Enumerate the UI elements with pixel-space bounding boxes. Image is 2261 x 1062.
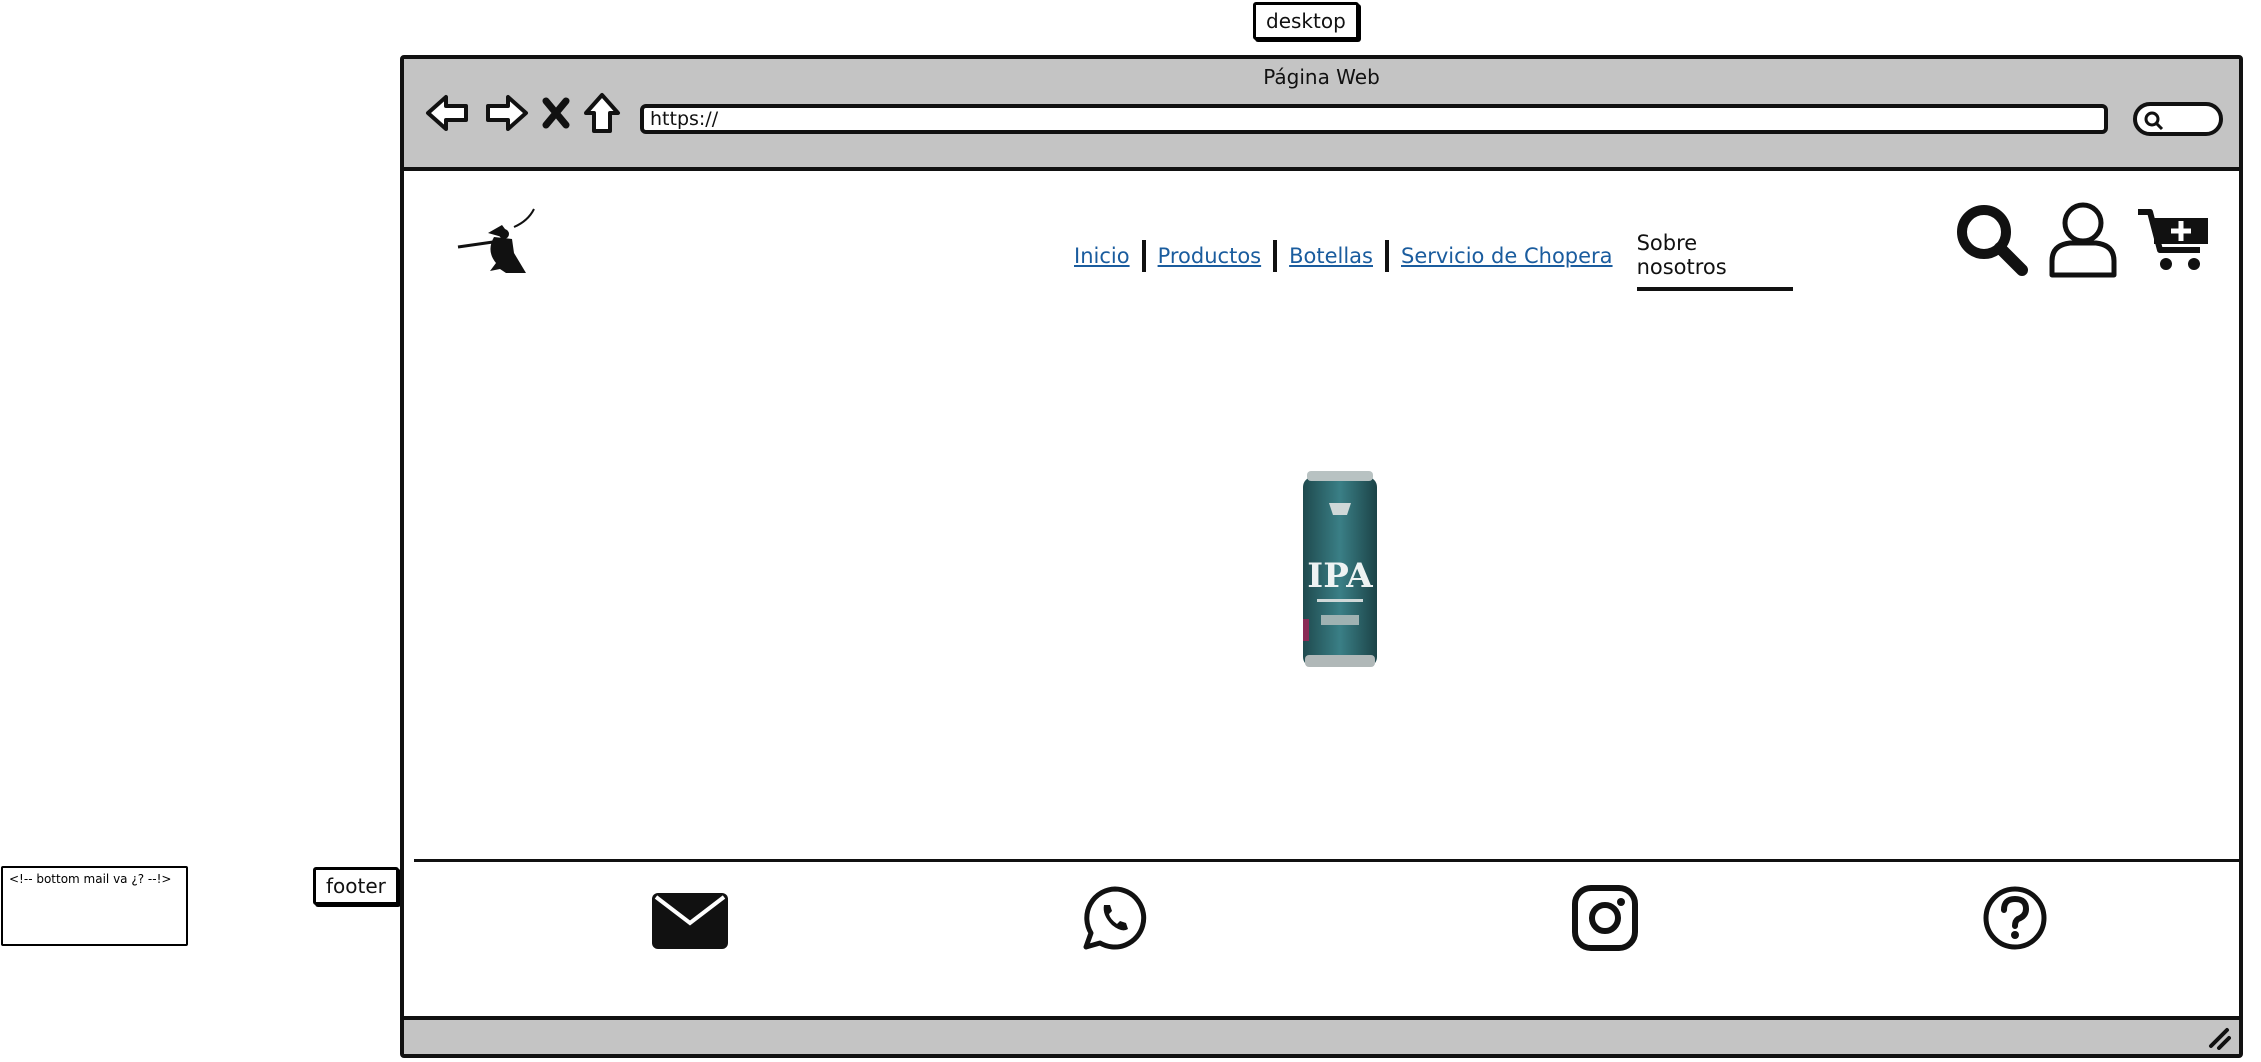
back-arrow-icon[interactable] [424, 89, 472, 139]
main-navigation: Inicio Productos Botellas Servicio de Ch… [1074, 221, 1793, 291]
nav-separator [1273, 240, 1278, 272]
instagram-icon[interactable] [1572, 885, 1648, 951]
close-icon[interactable] [540, 89, 572, 139]
mail-icon[interactable] [652, 885, 728, 951]
window-title: Página Web [1263, 65, 1380, 89]
annotation-note: <!-- bottom mail va ¿? --!> [1, 866, 188, 946]
nav-link-productos[interactable]: Productos [1158, 244, 1262, 268]
footer-contact-icons [404, 885, 2239, 955]
header-actions [1952, 199, 2212, 283]
cart-add-icon[interactable] [2136, 204, 2212, 278]
nav-link-inicio[interactable]: Inicio [1074, 244, 1130, 268]
browser-titlebar: Página Web https:// [404, 59, 2239, 171]
nav-link-sobre-nosotros[interactable]: Sobre nosotros [1636, 221, 1793, 291]
forward-arrow-icon[interactable] [482, 89, 530, 139]
url-input[interactable]: https:// [640, 104, 2108, 134]
nav-separator [1141, 240, 1146, 272]
whatsapp-icon[interactable] [1082, 885, 1158, 951]
can-label-text: IPA [1307, 556, 1373, 596]
desktop-label: desktop [1253, 2, 1359, 40]
wireframe-canvas: desktop footer <!-- bottom mail va ¿? --… [0, 0, 2261, 1062]
nav-separator [1385, 240, 1389, 272]
browser-search-field[interactable] [2133, 102, 2223, 136]
browser-nav-buttons [424, 89, 622, 139]
nav-link-servicio-chopera[interactable]: Servicio de Chopera [1401, 244, 1613, 268]
search-icon [2144, 111, 2164, 131]
footer-label: footer [313, 867, 399, 905]
search-icon[interactable] [1952, 200, 2030, 282]
help-icon[interactable] [1982, 885, 2058, 951]
product-image-ipa-can[interactable]: IPA [1299, 469, 1381, 679]
home-icon[interactable] [582, 89, 622, 139]
footer-divider [414, 859, 2239, 862]
brand-logo[interactable] [456, 207, 538, 277]
resize-grip-icon[interactable] [2207, 1026, 2231, 1050]
browser-statusbar [404, 1016, 2239, 1054]
browser-window: Página Web https:// Inicio Productos Bot… [400, 55, 2243, 1058]
nav-link-botellas[interactable]: Botellas [1289, 244, 1373, 268]
user-icon[interactable] [2048, 199, 2118, 283]
